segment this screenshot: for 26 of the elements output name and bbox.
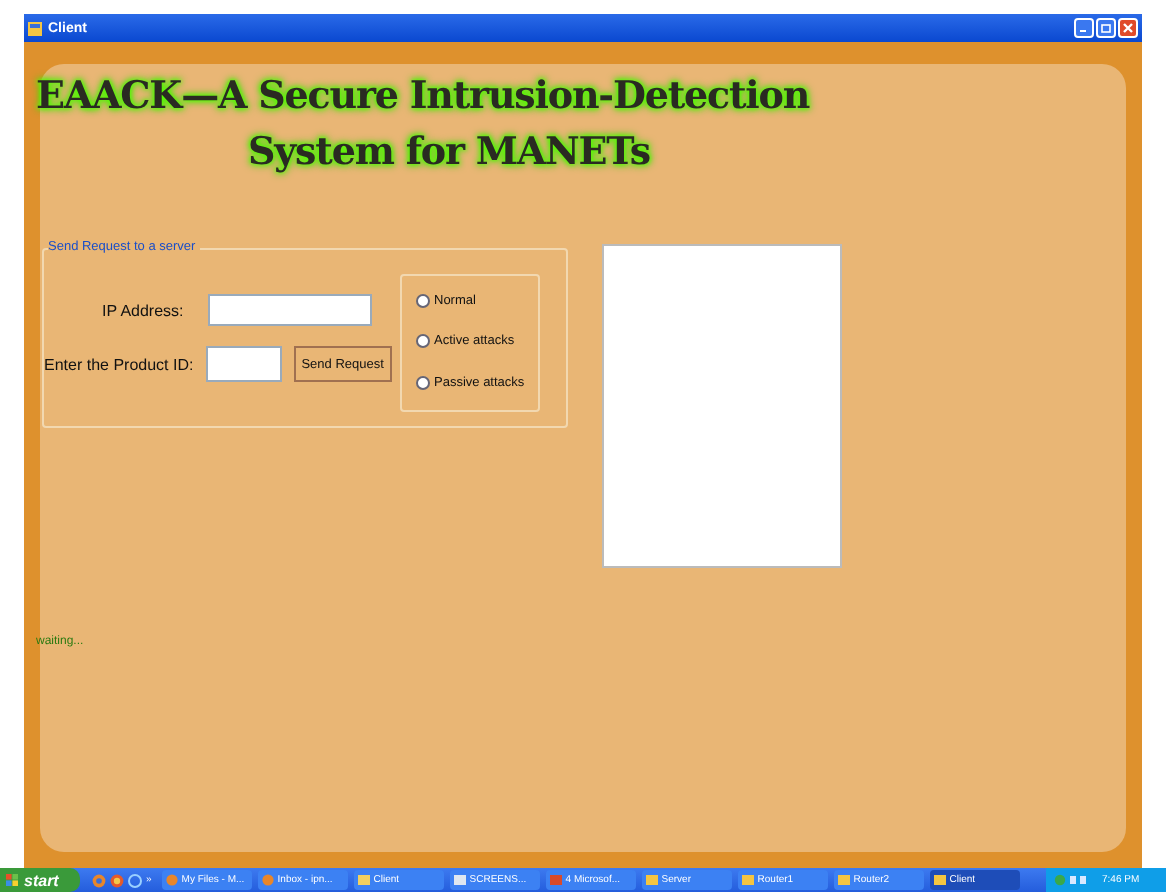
- restore-button[interactable]: [1096, 18, 1116, 38]
- circle-icon: [261, 874, 274, 886]
- window-icon: [837, 874, 850, 886]
- app-heading: EAACK—A Secure Intrusion-Detection: [36, 72, 812, 122]
- minimize-button[interactable]: [1074, 18, 1094, 38]
- window-icon: [645, 874, 658, 886]
- folder-icon: [357, 874, 370, 886]
- close-button[interactable]: [1118, 18, 1138, 38]
- ip-label: IP Address:: [102, 301, 184, 319]
- network-icon[interactable]: [1070, 874, 1086, 886]
- globe-icon[interactable]: [128, 873, 142, 887]
- window-icon: [741, 874, 754, 886]
- product-id-field[interactable]: [205, 346, 282, 382]
- circle-icon: [165, 874, 178, 886]
- app-heading: System for MANETs: [248, 128, 653, 178]
- ip-address-field[interactable]: [207, 294, 372, 326]
- results-list[interactable]: [602, 244, 842, 568]
- window-icon: [933, 874, 946, 886]
- restore-icon: [1100, 22, 1112, 34]
- four-squares-icon: [6, 874, 18, 886]
- app-icon: [28, 21, 42, 35]
- window-icon: [549, 874, 562, 886]
- start-button[interactable]: start: [0, 868, 80, 892]
- product-id-label: Enter the Product ID:: [44, 355, 194, 373]
- document-icon: [453, 874, 466, 886]
- close-icon: [1122, 22, 1134, 34]
